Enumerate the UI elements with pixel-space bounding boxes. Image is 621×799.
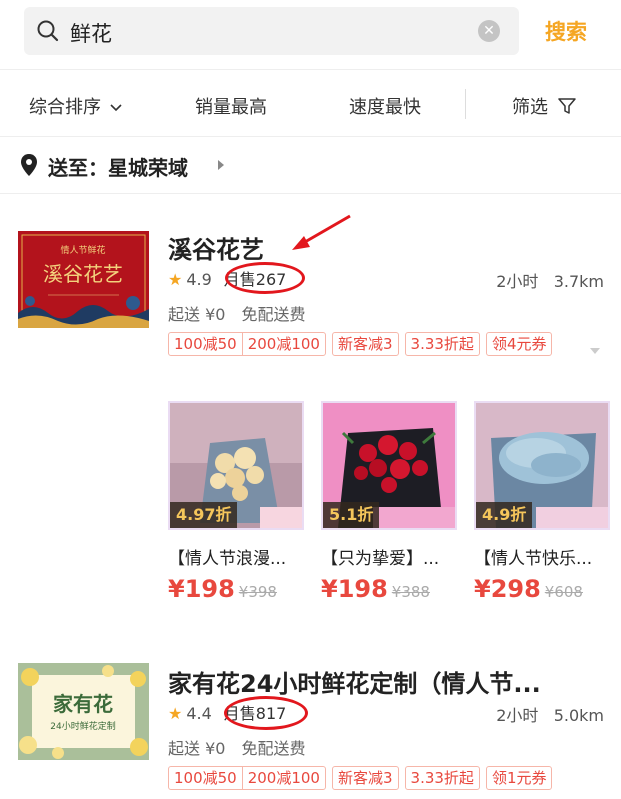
shop-logo: 家有花 24小时鲜花定制: [18, 663, 149, 760]
product-name: 【情人节快乐...: [474, 549, 593, 569]
promo-tag: 100减50: [174, 769, 237, 787]
search-button[interactable]: 搜索: [545, 16, 587, 46]
promo-tag: 200减100: [241, 767, 325, 789]
sort-bar: 综合排序 销量最高 速度最快 筛选: [0, 71, 621, 137]
min-order: 起送 ¥0: [168, 739, 226, 758]
promo-tag: 100减50: [174, 335, 237, 353]
distance-value: 5.0km: [553, 706, 604, 725]
promo-tags: 100减50 200减100 新客减3 3.33折起 领1元券: [168, 766, 558, 790]
delivery-fee: 免配送费: [241, 305, 306, 324]
chevron-down-icon: [110, 104, 122, 112]
product-name: 【情人节浪漫...: [168, 549, 287, 569]
filter-icon: [557, 98, 576, 114]
product-image: 5.1折: [321, 401, 457, 530]
promo-tag: 新客减3: [331, 766, 399, 790]
star-icon: ★: [168, 270, 183, 289]
filter-label: 筛选: [512, 97, 548, 118]
discount-badge: 4.97折: [170, 502, 238, 528]
delivery-fee: 免配送费: [241, 739, 306, 758]
product-card[interactable]: 4.9折 【情人节快乐... ¥298 ¥608: [474, 401, 610, 603]
delivery-info: 起送 ¥0 免配送费: [168, 735, 321, 759]
coupon-tag[interactable]: 领4元券: [485, 332, 553, 356]
annotation-arrow-icon: [292, 214, 351, 250]
product-price: ¥198: [168, 575, 235, 603]
sort-comprehensive[interactable]: 综合排序: [29, 93, 122, 119]
star-icon: ★: [168, 704, 183, 723]
clear-icon[interactable]: ✕: [478, 20, 500, 42]
coupon-tag[interactable]: 领1元券: [485, 766, 553, 790]
delivery-distance: 2小时 5.0km: [496, 702, 604, 726]
product-price: ¥198: [321, 575, 388, 603]
expand-tags-icon[interactable]: [590, 348, 600, 354]
delivery-time: 2小时: [496, 272, 539, 291]
sort-comprehensive-label: 综合排序: [29, 97, 101, 118]
address-arrow-icon: [218, 160, 224, 170]
location-pin-icon: [21, 154, 37, 176]
search-input[interactable]: 鲜花 ✕: [24, 7, 519, 55]
delivery-info: 起送 ¥0 免配送费: [168, 301, 321, 325]
shop-logo: 情人节鲜花 溪谷花艺: [18, 231, 149, 328]
logo-title: 溪谷花艺: [43, 262, 123, 286]
discount-badge: 5.1折: [323, 502, 380, 528]
shop-name[interactable]: 溪谷花艺: [168, 230, 264, 265]
rating-value: 4.4: [186, 704, 212, 723]
sort-sales[interactable]: 销量最高: [195, 93, 267, 119]
logo-subtitle: 24小时鲜花定制: [50, 720, 115, 732]
min-order: 起送 ¥0: [168, 305, 226, 324]
promo-tag: 200减100: [241, 333, 325, 355]
original-price: ¥398: [238, 583, 277, 601]
original-price: ¥388: [391, 583, 430, 601]
price-row: ¥198 ¥398: [168, 575, 304, 603]
delivery-time: 2小时: [496, 706, 539, 725]
rating-value: 4.9: [186, 270, 212, 289]
product-card[interactable]: 5.1折 【只为挚爱】... ¥198 ¥388: [321, 401, 457, 603]
original-price: ¥608: [544, 583, 583, 601]
sort-divider: [465, 89, 466, 119]
product-price: ¥298: [474, 575, 541, 603]
full-reduction-tag: 100减50 200减100: [168, 766, 326, 790]
product-card[interactable]: 4.97折 【情人节浪漫... ¥198 ¥398: [168, 401, 304, 603]
annotation-circle: [224, 696, 308, 730]
search-bar: 鲜花 ✕ 搜索: [0, 0, 621, 70]
search-query: 鲜花: [70, 22, 112, 46]
promo-tag: 3.33折起: [404, 332, 480, 356]
price-row: ¥198 ¥388: [321, 575, 457, 603]
promo-tags: 100减50 200减100 新客减3 3.33折起 领4元券: [168, 332, 558, 356]
product-name: 【只为挚爱】...: [321, 549, 440, 569]
search-icon: [37, 20, 59, 42]
address-label: 送至：星城荣域: [48, 156, 188, 180]
delivery-distance: 2小时 3.7km: [496, 268, 604, 292]
product-image: 4.9折: [474, 401, 610, 530]
promo-tag: 新客减3: [331, 332, 399, 356]
full-reduction-tag: 100减50 200减100: [168, 332, 326, 356]
delivery-address[interactable]: 送至：星城荣域: [0, 138, 621, 194]
logo-title: 家有花: [53, 692, 113, 716]
filter-button[interactable]: 筛选: [512, 93, 576, 119]
distance-value: 3.7km: [553, 272, 604, 291]
discount-badge: 4.9折: [476, 502, 533, 528]
logo-subtitle: 情人节鲜花: [60, 244, 105, 256]
sort-speed[interactable]: 速度最快: [349, 93, 421, 119]
promo-tag: 3.33折起: [404, 766, 480, 790]
price-row: ¥298 ¥608: [474, 575, 610, 603]
shop-name[interactable]: 家有花24小时鲜花定制（情人节...: [168, 664, 541, 699]
annotation-circle: [225, 262, 305, 294]
product-image: 4.97折: [168, 401, 304, 530]
